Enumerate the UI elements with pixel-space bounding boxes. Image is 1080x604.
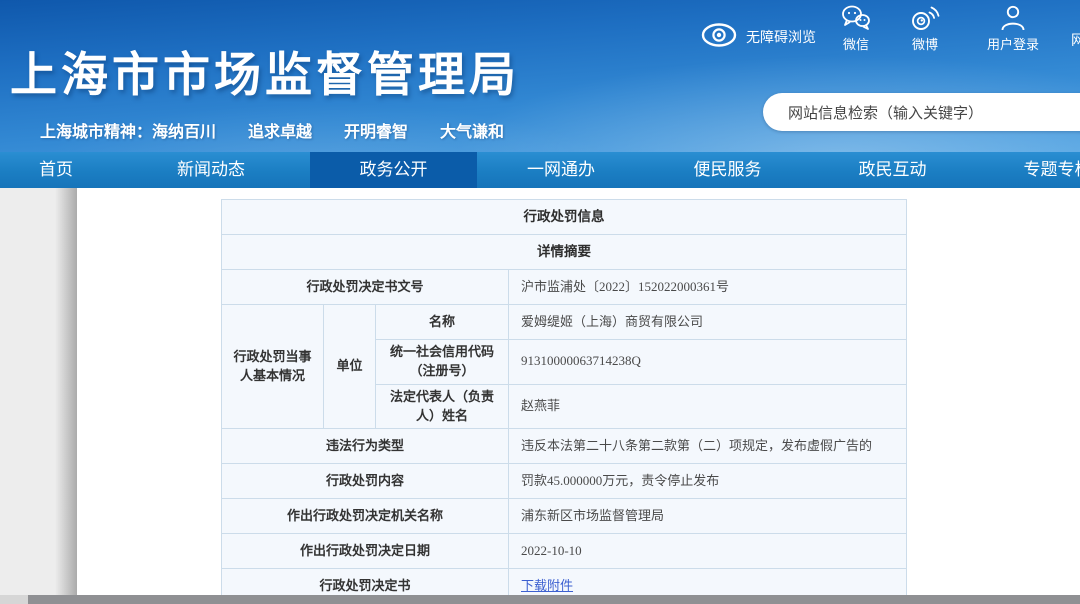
wechat-icon — [824, 4, 888, 32]
doc-no-value: 沪市监浦处〔2022〕152022000361号 — [509, 270, 907, 305]
weibo-label: 微博 — [912, 37, 938, 52]
horizontal-scrollbar-thumb[interactable] — [28, 595, 1080, 604]
table-row: 作出行政处罚决定日期 2022-10-10 — [222, 534, 907, 569]
city-spirit-slogan: 上海城市精神：海纳百川 追求卓越 开明睿智 大气谦和 — [40, 118, 504, 142]
user-login-link[interactable]: 用户登录 — [981, 4, 1045, 53]
eye-icon — [700, 22, 738, 51]
legal-rep-value: 赵燕菲 — [509, 384, 907, 429]
authority-label: 作出行政处罚决定机关名称 — [222, 499, 509, 534]
credit-code-value: 91310000063714238Q — [509, 340, 907, 385]
content-left-shadow — [55, 188, 77, 595]
table-row: 行政处罚当事人基本情况 单位 名称 爱姆缇姬（上海）商贸有限公司 — [222, 305, 907, 340]
nav-item-services[interactable]: 便民服务 — [645, 152, 810, 188]
nav-item-topics[interactable]: 专题专栏 — [975, 152, 1080, 188]
table-row: 违法行为类型 违反本法第二十八条第二款第（二）项规定，发布虚假广告的 — [222, 429, 907, 464]
doc-no-label: 行政处罚决定书文号 — [222, 270, 509, 305]
site-header: 上海市市场监督管理局 上海城市精神：海纳百川 追求卓越 开明睿智 大气谦和 无障… — [0, 0, 1080, 152]
party-basic-info-label: 行政处罚当事人基本情况 — [222, 305, 324, 429]
accessibility-link[interactable]: 无障碍浏览 — [700, 22, 816, 51]
table-row: 行政处罚信息 — [222, 200, 907, 235]
wechat-link[interactable]: 微信 — [824, 4, 888, 53]
main-nav: 首页 新闻动态 政务公开 一网通办 便民服务 政民互动 专题专栏 — [0, 152, 1080, 188]
clipped-utility-link[interactable]: 网 — [1071, 30, 1080, 50]
name-value: 爱姆缇姬（上海）商贸有限公司 — [509, 305, 907, 340]
accessibility-label: 无障碍浏览 — [746, 27, 816, 47]
weibo-link[interactable]: 微博 — [893, 4, 957, 53]
site-title: 上海市市场监督管理局 — [10, 36, 520, 105]
table-row: 作出行政处罚决定机关名称 浦东新区市场监督管理局 — [222, 499, 907, 534]
party-type-label: 单位 — [324, 305, 376, 429]
legal-rep-label: 法定代表人（负责人）姓名 — [376, 384, 509, 429]
penalty-content-value: 罚款45.000000万元，责令停止发布 — [509, 464, 907, 499]
search-placeholder: 网站信息检索（输入关键字） — [788, 102, 983, 123]
nav-item-one-stop[interactable]: 一网通办 — [477, 152, 645, 188]
penalty-info-table: 行政处罚信息 详情摘要 行政处罚决定书文号 沪市监浦处〔2022〕1520220… — [221, 199, 907, 604]
table-title: 行政处罚信息 — [222, 200, 907, 235]
table-row: 详情摘要 — [222, 235, 907, 270]
table-row: 行政处罚内容 罚款45.000000万元，责令停止发布 — [222, 464, 907, 499]
violation-type-value: 违反本法第二十八条第二款第（二）项规定，发布虚假广告的 — [509, 429, 907, 464]
authority-value: 浦东新区市场监督管理局 — [509, 499, 907, 534]
nav-item-gov-disclosure[interactable]: 政务公开 — [310, 152, 477, 188]
nav-item-interaction[interactable]: 政民互动 — [810, 152, 975, 188]
penalty-content-label: 行政处罚内容 — [222, 464, 509, 499]
user-login-label: 用户登录 — [987, 37, 1039, 52]
table-subtitle: 详情摘要 — [222, 235, 907, 270]
site-search-input[interactable]: 网站信息检索（输入关键字） — [763, 93, 1080, 131]
decision-date-value: 2022-10-10 — [509, 534, 907, 569]
wechat-label: 微信 — [843, 37, 869, 52]
weibo-icon — [893, 4, 957, 32]
page: 上海市市场监督管理局 上海城市精神：海纳百川 追求卓越 开明睿智 大气谦和 无障… — [0, 0, 1080, 604]
table-row: 行政处罚决定书文号 沪市监浦处〔2022〕152022000361号 — [222, 270, 907, 305]
credit-code-label: 统一社会信用代码（注册号） — [376, 340, 509, 385]
name-label: 名称 — [376, 305, 509, 340]
nav-item-home[interactable]: 首页 — [0, 152, 112, 188]
download-attachment-link[interactable]: 下载附件 — [521, 578, 573, 593]
violation-type-label: 违法行为类型 — [222, 429, 509, 464]
horizontal-scrollbar-track[interactable] — [0, 595, 1080, 604]
decision-date-label: 作出行政处罚决定日期 — [222, 534, 509, 569]
nav-item-news[interactable]: 新闻动态 — [112, 152, 310, 188]
user-icon — [981, 4, 1045, 32]
